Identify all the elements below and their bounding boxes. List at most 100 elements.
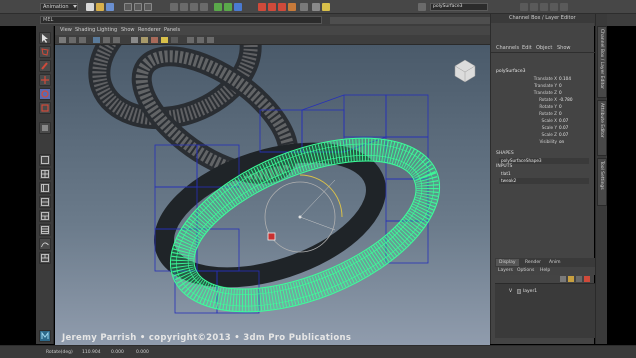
tab-render[interactable]: Render xyxy=(522,259,544,266)
render-frame-icon[interactable] xyxy=(258,3,266,11)
menu-panels[interactable]: Panels xyxy=(164,27,180,33)
perspective-viewport[interactable] xyxy=(55,45,490,345)
toggle-ui-icon[interactable] xyxy=(300,3,308,11)
input-node-item[interactable]: tlat1 xyxy=(499,171,589,177)
layer-menu-layers[interactable]: Layers xyxy=(498,268,513,273)
pivot-handle[interactable] xyxy=(267,232,276,241)
layer-visibility-toggle[interactable]: V xyxy=(509,289,512,294)
cb-menu-show[interactable]: Show xyxy=(557,45,571,51)
persp-outliner-layout-icon[interactable] xyxy=(39,182,51,194)
single-view-layout-icon[interactable] xyxy=(39,154,51,166)
select-object-icon[interactable] xyxy=(134,3,142,11)
move-layer-down-icon[interactable] xyxy=(584,276,590,282)
shelf-tab-strip[interactable] xyxy=(330,17,490,24)
side-tab-channel-box[interactable]: Channel Box / Layer Editor xyxy=(597,26,607,98)
viewport-scene xyxy=(88,45,476,314)
persp-graph-layout-icon[interactable] xyxy=(39,196,51,208)
paint-select-tool-icon[interactable] xyxy=(39,60,51,72)
custom-layout-icon[interactable] xyxy=(39,252,51,264)
scale-tool-icon[interactable] xyxy=(39,102,51,114)
grid-toggle-icon[interactable] xyxy=(93,37,100,43)
attribute-editor-icon[interactable] xyxy=(540,3,548,11)
render-settings-icon[interactable] xyxy=(278,3,286,11)
four-view-layout-icon[interactable] xyxy=(39,168,51,180)
new-layer-selected-icon[interactable] xyxy=(568,276,574,282)
menu-show[interactable]: Show xyxy=(121,27,135,33)
layer-color-swatch[interactable] xyxy=(517,289,521,294)
history-icon[interactable] xyxy=(214,3,222,11)
layer-name[interactable]: layer1 xyxy=(523,289,537,294)
tool-settings-icon[interactable] xyxy=(550,3,558,11)
output-ops-icon[interactable] xyxy=(234,3,242,11)
tab-display[interactable]: Display xyxy=(496,259,519,266)
image-plane-icon[interactable] xyxy=(79,37,86,43)
graph-editor-layout-icon[interactable] xyxy=(39,238,51,250)
mel-command-line[interactable] xyxy=(40,16,322,24)
snap-curve-icon[interactable] xyxy=(180,3,188,11)
open-scene-icon[interactable] xyxy=(96,3,104,11)
layer-menu-help[interactable]: Help xyxy=(540,268,550,273)
side-tab-attribute-editor[interactable]: Attribute Editor xyxy=(597,100,607,156)
resolution-gate-icon[interactable] xyxy=(113,37,120,43)
move-layer-up-icon[interactable] xyxy=(576,276,582,282)
shapes-header: SHAPES xyxy=(496,151,514,156)
hud-icon[interactable] xyxy=(207,37,214,43)
select-component-icon[interactable] xyxy=(144,3,152,11)
smooth-shade-icon[interactable] xyxy=(141,37,148,43)
menu-lighting[interactable]: Lighting xyxy=(97,27,117,33)
object-name-field[interactable]: polySurface3 xyxy=(430,3,488,11)
save-scene-icon[interactable] xyxy=(106,3,114,11)
wireframe-icon[interactable] xyxy=(131,37,138,43)
layer-menu-options[interactable]: Options xyxy=(517,268,534,273)
move-tool-icon[interactable] xyxy=(39,74,51,86)
light-icon[interactable] xyxy=(322,3,330,11)
xray-icon[interactable] xyxy=(187,37,194,43)
hypershade-icon[interactable] xyxy=(288,3,296,11)
textured-icon[interactable] xyxy=(151,37,158,43)
rotate-tool-icon[interactable] xyxy=(39,88,51,100)
snap-surface-icon[interactable] xyxy=(200,3,208,11)
menu-shading[interactable]: Shading xyxy=(75,27,95,33)
viewport-toolbar xyxy=(55,35,490,45)
maya-logo-icon xyxy=(39,330,51,342)
mode-dropdown-icon[interactable] xyxy=(73,5,77,8)
snap-point-icon[interactable] xyxy=(190,3,198,11)
shadows-icon[interactable] xyxy=(171,37,178,43)
camera-icon[interactable] xyxy=(312,3,320,11)
cb-menu-edit[interactable]: Edit xyxy=(522,45,532,51)
new-scene-icon[interactable] xyxy=(86,3,94,11)
tab-anim[interactable]: Anim xyxy=(546,259,564,266)
inputs-header: INPUTS xyxy=(496,164,513,169)
layer-row[interactable]: V layer1 xyxy=(497,288,593,295)
select-hierarchy-icon[interactable] xyxy=(124,3,132,11)
bookmarks-icon[interactable] xyxy=(69,37,76,43)
layer-editor-menus: Layers Options Help xyxy=(495,267,595,275)
camera-attributes-icon[interactable] xyxy=(59,37,66,43)
outliner-layout-icon[interactable] xyxy=(39,224,51,236)
side-tab-tool-settings[interactable]: Tool Settings xyxy=(597,158,607,206)
input-ops-icon[interactable] xyxy=(224,3,232,11)
isolate-select-icon[interactable] xyxy=(197,37,204,43)
sidebar-toggle-icon[interactable] xyxy=(520,3,528,11)
select-tool-icon[interactable] xyxy=(39,32,51,44)
channel-box-icon[interactable] xyxy=(560,3,568,11)
cb-menu-channels[interactable]: Channels xyxy=(496,45,519,51)
select-by-name-icon[interactable] xyxy=(418,3,426,11)
last-tool-icon[interactable] xyxy=(39,122,51,134)
hypershade-layout-icon[interactable] xyxy=(39,210,51,222)
ipr-render-icon[interactable] xyxy=(268,3,276,11)
new-layer-icon[interactable] xyxy=(560,276,566,282)
lasso-tool-icon[interactable] xyxy=(39,46,51,58)
menu-view[interactable]: View xyxy=(60,27,72,33)
cb-menu-object[interactable]: Object xyxy=(536,45,552,51)
shape-node-item[interactable]: polySurfaceShape3 xyxy=(499,158,589,164)
snap-grid-icon[interactable] xyxy=(170,3,178,11)
view-cube[interactable] xyxy=(454,59,476,83)
modeling-toolkit-icon[interactable] xyxy=(530,3,538,11)
film-gate-icon[interactable] xyxy=(103,37,110,43)
use-all-lights-icon[interactable] xyxy=(161,37,168,43)
input-node-item[interactable]: tweak2 xyxy=(499,178,589,184)
menu-renderer[interactable]: Renderer xyxy=(138,27,161,33)
cb-separator xyxy=(491,52,595,53)
help-line: Rotate(deg) 110.904 0.000 0.000 xyxy=(0,345,636,358)
